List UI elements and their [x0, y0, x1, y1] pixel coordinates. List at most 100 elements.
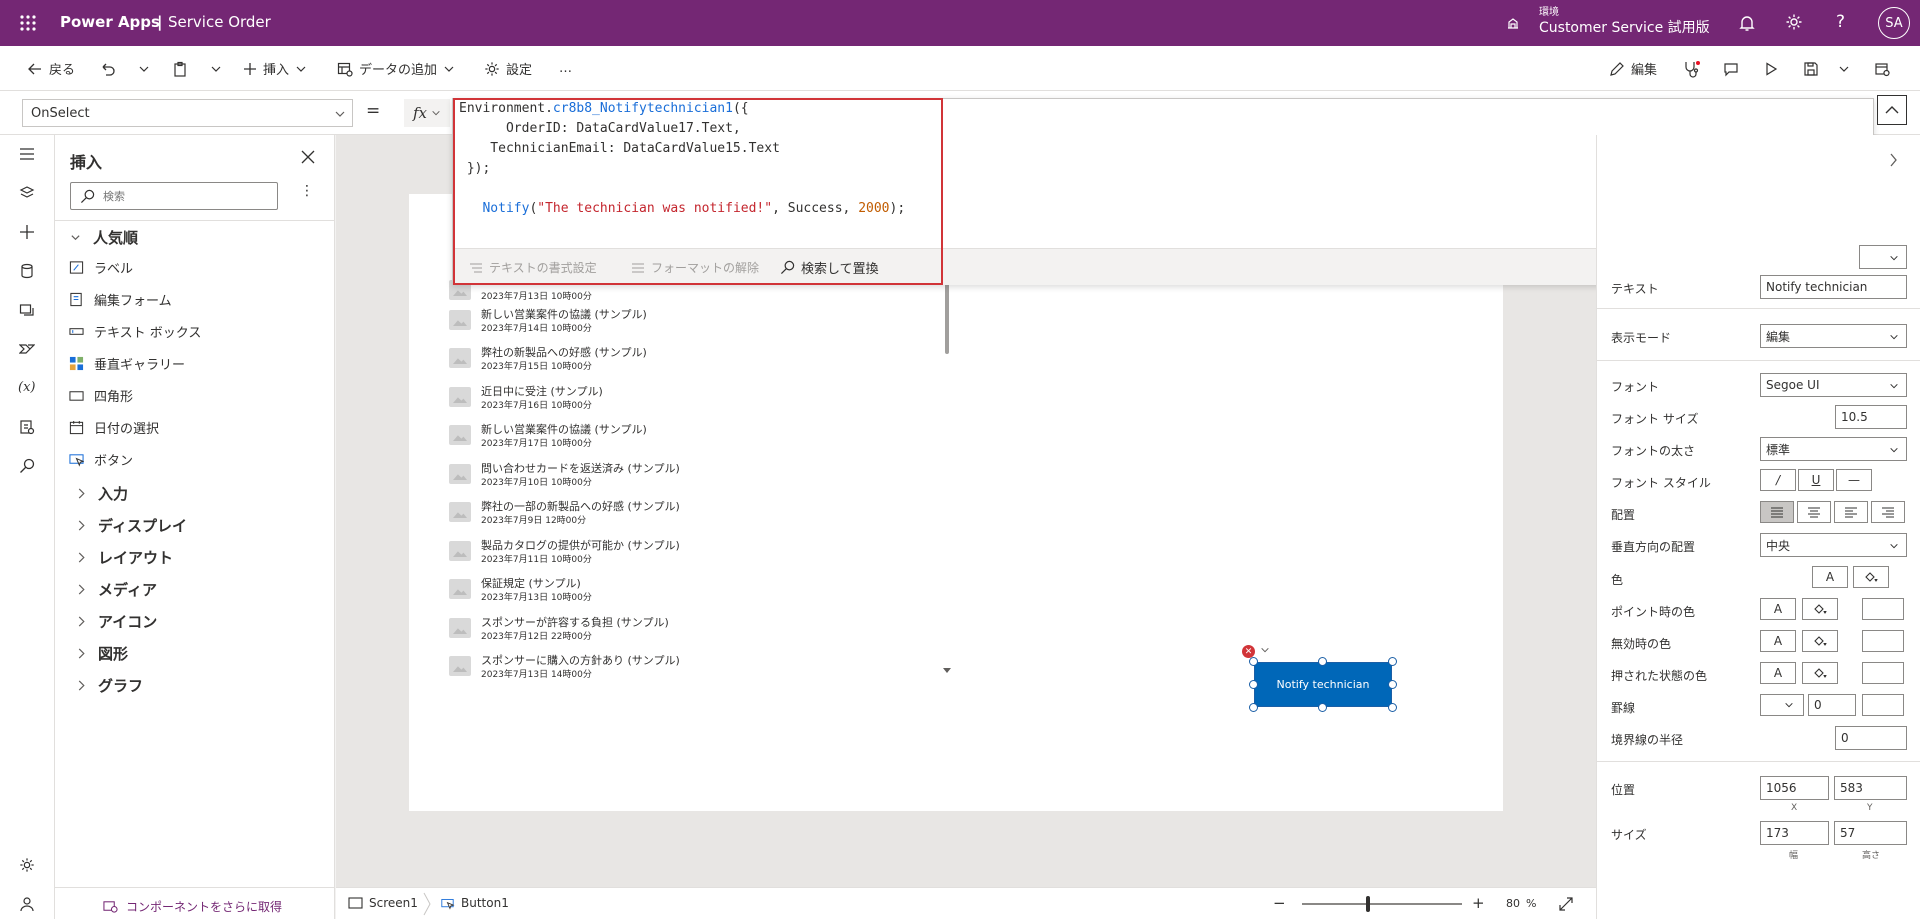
resize-handle[interactable]: [1249, 703, 1258, 712]
media-icon[interactable]: [19, 302, 35, 318]
insert-item-button[interactable]: ボタン: [68, 450, 133, 469]
italic-button[interactable]: /: [1760, 469, 1796, 491]
width-input[interactable]: 173: [1760, 821, 1829, 845]
border-width-input[interactable]: 0: [1808, 694, 1856, 716]
get-more-components-link[interactable]: コンポーネントをさらに取得: [103, 898, 282, 915]
gallery-item[interactable]: 弊社の新製品への好感 (サンプル) 2023年7月15日 10時00分: [449, 342, 929, 372]
hamburger-icon[interactable]: [19, 147, 35, 161]
gallery-item[interactable]: 新しい営業案件の協議 (サンプル) 2023年7月14日 10時00分: [449, 304, 929, 334]
border-radius-input[interactable]: 0: [1835, 726, 1907, 750]
save-button[interactable]: [1803, 46, 1819, 91]
group-media[interactable]: メディア: [77, 579, 157, 600]
avatar[interactable]: SA: [1878, 7, 1910, 39]
collapse-formula-button[interactable]: [1877, 95, 1907, 125]
group-input[interactable]: 入力: [77, 483, 128, 504]
search-box[interactable]: [70, 182, 278, 210]
position-y-input[interactable]: 583: [1834, 776, 1907, 800]
scroll-down-icon[interactable]: [943, 668, 951, 673]
zoom-slider-thumb[interactable]: [1366, 896, 1370, 912]
font-dropdown[interactable]: Segoe UI: [1760, 373, 1907, 397]
chevron-down-icon[interactable]: [1260, 646, 1270, 654]
gallery-item[interactable]: スポンサーに購入の方針あり (サンプル) 2023年7月13日 14時00分: [449, 650, 929, 680]
components-icon[interactable]: [19, 419, 35, 435]
border-color-swatch[interactable]: [1862, 694, 1904, 716]
property-selector[interactable]: OnSelect: [22, 99, 353, 127]
insert-item-date-picker[interactable]: 日付の選択: [68, 418, 159, 437]
help-icon[interactable]: ?: [1836, 12, 1845, 32]
gallery-item[interactable]: 新しい営業案件の協議 (サンプル) 2023年7月17日 10時00分: [449, 419, 929, 449]
insert-item-edit-form[interactable]: 編集フォーム: [68, 290, 172, 309]
align-justify-button[interactable]: [1760, 501, 1794, 523]
group-display[interactable]: ディスプレイ: [77, 515, 187, 536]
zoom-out-button[interactable]: −: [1273, 894, 1286, 912]
paste-button[interactable]: [172, 46, 188, 91]
pressed-text-color-button[interactable]: A: [1760, 662, 1796, 684]
hover-fill-color-button[interactable]: [1802, 598, 1838, 620]
resize-handle[interactable]: [1388, 680, 1397, 689]
fit-to-window-icon[interactable]: [1558, 896, 1574, 912]
group-icons[interactable]: アイコン: [77, 611, 157, 632]
app-launcher-icon[interactable]: [19, 14, 37, 32]
environment-name[interactable]: Customer Service 試用版: [1539, 17, 1710, 37]
breadcrumb-screen[interactable]: Screen1: [348, 896, 418, 910]
virtual-agent-icon[interactable]: [19, 896, 35, 912]
align-center-button[interactable]: [1797, 501, 1831, 523]
vertical-align-dropdown[interactable]: 中央: [1760, 533, 1907, 557]
gallery-item[interactable]: スポンサーが許容する負担 (サンプル) 2023年7月12日 22時00分: [449, 612, 929, 642]
publish-button[interactable]: [1874, 46, 1890, 91]
gallery-item[interactable]: 製品カタログの提供が可能か (サンプル) 2023年7月11日 10時00分: [449, 535, 929, 565]
display-mode-dropdown[interactable]: 編集: [1760, 324, 1907, 348]
resize-handle[interactable]: [1318, 657, 1327, 666]
resize-handle[interactable]: [1388, 703, 1397, 712]
gallery-scrollbar[interactable]: [945, 274, 949, 354]
hover-border-color-swatch[interactable]: [1862, 598, 1904, 620]
popular-group-header[interactable]: 人気順: [70, 227, 138, 248]
fx-button[interactable]: fx: [404, 99, 450, 127]
group-shapes[interactable]: 図形: [77, 643, 128, 664]
zoom-in-button[interactable]: +: [1472, 894, 1485, 912]
insert-button[interactable]: 挿入: [243, 46, 307, 91]
border-style-dropdown[interactable]: [1760, 694, 1804, 716]
disabled-text-color-button[interactable]: A: [1760, 630, 1796, 652]
settings-icon[interactable]: [19, 857, 35, 873]
chevron-right-icon[interactable]: [1889, 153, 1898, 167]
zoom-slider[interactable]: [1302, 896, 1462, 912]
hover-text-color-button[interactable]: A: [1760, 598, 1796, 620]
position-x-input[interactable]: 1056: [1760, 776, 1829, 800]
disabled-fill-color-button[interactable]: [1802, 630, 1838, 652]
close-icon[interactable]: [301, 150, 315, 164]
insert-item-text-box[interactable]: テキスト ボックス: [68, 322, 201, 341]
gallery-item[interactable]: 弊社の一部の新製品への好感 (サンプル) 2023年7月9日 12時00分: [449, 496, 929, 526]
more-button[interactable]: …: [559, 46, 572, 91]
power-automate-icon[interactable]: [19, 341, 35, 357]
insert-item-rectangle[interactable]: 四角形: [68, 386, 133, 405]
resize-handle[interactable]: [1249, 680, 1258, 689]
paste-dropdown[interactable]: [210, 46, 222, 91]
vertical-gallery[interactable]: 2023年7月13日 10時00分 新しい営業案件の協議 (サンプル) 2023年…: [409, 274, 951, 764]
add-data-button[interactable]: データの追加: [337, 46, 455, 91]
gallery-item[interactable]: 問い合わせカードを返送済み (サンプル) 2023年7月10日 10時00分: [449, 458, 929, 488]
insert-item-vertical-gallery[interactable]: 垂直ギャラリー: [68, 354, 185, 373]
settings-button[interactable]: 設定: [484, 46, 532, 91]
notify-technician-button[interactable]: Notify technician: [1254, 662, 1392, 707]
disabled-border-color-swatch[interactable]: [1862, 630, 1904, 652]
fill-color-button[interactable]: [1853, 566, 1889, 588]
resize-handle[interactable]: [1318, 703, 1327, 712]
comments-button[interactable]: [1723, 46, 1739, 91]
group-charts[interactable]: グラフ: [77, 675, 143, 696]
font-weight-dropdown[interactable]: 標準: [1760, 437, 1907, 461]
settings-gear-icon[interactable]: [1785, 13, 1803, 31]
align-right-button[interactable]: [1871, 501, 1905, 523]
undo-dropdown[interactable]: [138, 46, 150, 91]
pressed-fill-color-button[interactable]: [1802, 662, 1838, 684]
preview-button[interactable]: [1764, 46, 1778, 91]
undo-button[interactable]: [100, 46, 116, 91]
search-input[interactable]: [103, 187, 268, 205]
notification-icon[interactable]: [1739, 14, 1755, 32]
gallery-item[interactable]: 保証規定 (サンプル) 2023年7月13日 10時00分: [449, 573, 929, 603]
tree-view-icon[interactable]: [19, 185, 35, 201]
save-dropdown[interactable]: [1838, 46, 1850, 91]
search-icon[interactable]: [19, 458, 35, 474]
data-icon[interactable]: [19, 263, 35, 279]
variables-icon[interactable]: (x): [18, 380, 35, 395]
